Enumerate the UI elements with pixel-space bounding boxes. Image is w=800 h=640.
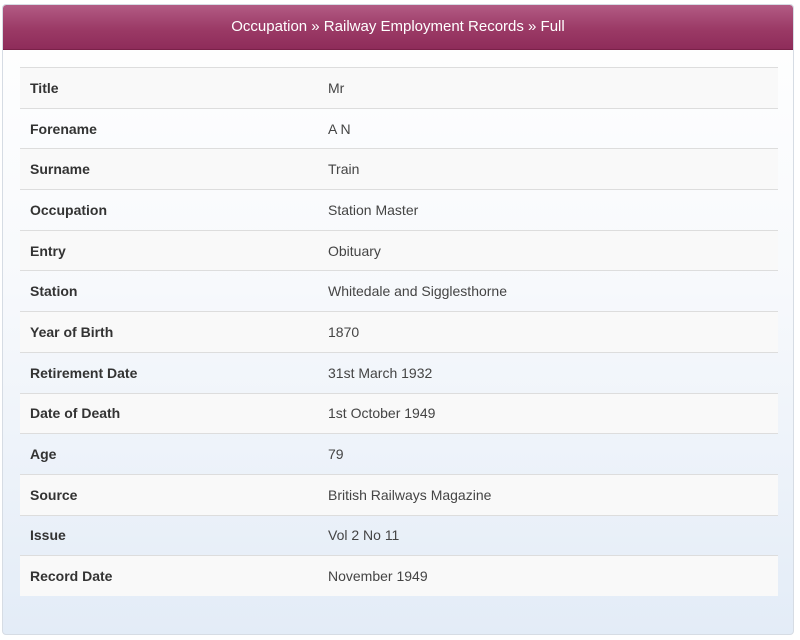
table-row: Station Whitedale and Sigglesthorne — [20, 270, 778, 312]
row-label-station: Station — [20, 270, 318, 312]
row-value-age: 79 — [318, 433, 778, 475]
row-label-occupation: Occupation — [20, 189, 318, 231]
row-value-occupation: Station Master — [318, 189, 778, 231]
row-label-title: Title — [20, 67, 318, 109]
row-label-retirement-date: Retirement Date — [20, 351, 318, 393]
row-label-surname: Surname — [20, 148, 318, 190]
row-value-issue: Vol 2 No 11 — [318, 514, 778, 556]
breadcrumb: Occupation » Railway Employment Records … — [3, 5, 793, 50]
table-row: Age 79 — [20, 433, 778, 475]
row-value-source: British Railways Magazine — [318, 473, 778, 516]
table-row: Issue Vol 2 No 11 — [20, 514, 778, 556]
table-row: Source British Railways Magazine — [20, 473, 778, 516]
table-row: Forename A N — [20, 107, 778, 149]
row-value-forename: A N — [318, 107, 778, 149]
row-value-title: Mr — [318, 67, 778, 109]
row-label-entry: Entry — [20, 229, 318, 271]
row-label-age: Age — [20, 433, 318, 475]
row-value-retirement-date: 31st March 1932 — [318, 351, 778, 393]
table-row: Title Mr — [20, 67, 778, 109]
row-label-source: Source — [20, 473, 318, 516]
row-label-issue: Issue — [20, 514, 318, 556]
table-row: Retirement Date 31st March 1932 — [20, 351, 778, 393]
row-label-date-of-death: Date of Death — [20, 392, 318, 434]
record-table: Title Mr Forename A N Surname Train Occu… — [20, 67, 778, 597]
table-row: Date of Death 1st October 1949 — [20, 392, 778, 434]
row-value-entry: Obituary — [318, 229, 778, 271]
table-row: Surname Train — [20, 148, 778, 190]
record-panel: Occupation » Railway Employment Records … — [2, 4, 794, 635]
row-value-year-of-birth: 1870 — [318, 311, 778, 353]
row-value-station: Whitedale and Sigglesthorne — [318, 270, 778, 312]
row-label-year-of-birth: Year of Birth — [20, 311, 318, 353]
table-row: Occupation Station Master — [20, 189, 778, 231]
row-value-date-of-death: 1st October 1949 — [318, 392, 778, 434]
row-label-record-date: Record Date — [20, 555, 318, 597]
table-row: Record Date November 1949 — [20, 555, 778, 597]
table-row: Year of Birth 1870 — [20, 311, 778, 353]
row-value-surname: Train — [318, 148, 778, 190]
row-label-forename: Forename — [20, 107, 318, 149]
row-value-record-date: November 1949 — [318, 555, 778, 597]
table-row: Entry Obituary — [20, 229, 778, 271]
